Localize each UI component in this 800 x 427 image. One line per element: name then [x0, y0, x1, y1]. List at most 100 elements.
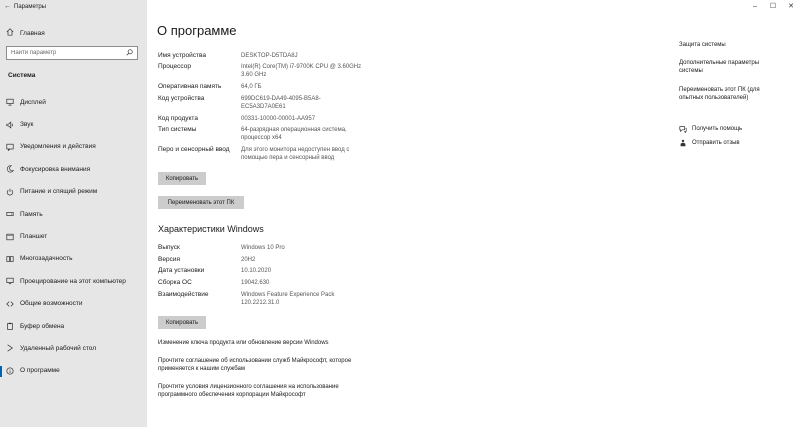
sidebar-item-storage[interactable]: Память: [0, 203, 147, 225]
get-help-link[interactable]: Получить помощь: [679, 125, 742, 133]
windows-specs-title: Характеристики Windows: [158, 224, 264, 234]
spec-value: DESKTOP-D5TDA8J: [241, 53, 298, 59]
spec-key: Процессор: [158, 63, 191, 70]
copy-device-specs-button[interactable]: Копировать: [158, 172, 206, 185]
sidebar-item-label: Дисплей: [20, 98, 46, 106]
shared-icon: [0, 300, 20, 308]
spec-row-edition: Выпуск Windows 10 Pro: [158, 244, 458, 252]
spec-value: Для этого монитора недоступен ввод с пом…: [241, 147, 350, 161]
spec-value: 699DC619-DA49-4095-B5A8-EC5A3D7A0E61: [241, 96, 321, 110]
sidebar-item-label: О программе: [20, 367, 60, 375]
home-label: Главная: [20, 29, 45, 37]
sidebar-item-clipboard[interactable]: Буфер обмена: [0, 315, 147, 337]
spec-key: Выпуск: [158, 244, 180, 251]
speaker-icon: [0, 121, 20, 129]
sidebar-item-focus[interactable]: Фокусировка внимания: [0, 158, 147, 180]
search-icon[interactable]: [126, 48, 133, 58]
sidebar-item-label: Удаленный рабочий стол: [20, 344, 97, 352]
spec-value: Windows 10 Pro: [241, 245, 285, 251]
sidebar-item-label: Планшет: [20, 233, 48, 241]
spec-key: Взаимодействие: [158, 291, 209, 298]
system-protection-link[interactable]: Защита системы: [679, 41, 789, 49]
sidebar: ← Параметры Главная Система Дисплей Звук…: [0, 0, 147, 427]
spec-value: 00331-10000-00001-AA957: [241, 116, 316, 122]
clipboard-icon: [0, 322, 20, 330]
get-help-label: Получить помощь: [692, 126, 743, 132]
storage-icon: [0, 210, 20, 218]
sidebar-item-multitasking[interactable]: Многозадачность: [0, 248, 147, 270]
sidebar-item-about[interactable]: О программе: [0, 360, 147, 382]
send-feedback-link[interactable]: Отправить отзыв: [679, 139, 740, 147]
sidebar-item-label: Уведомления и действия: [20, 143, 96, 151]
spec-row-experience: Взаимодействие Windows Feature Experienc…: [158, 291, 458, 307]
close-icon[interactable]: ✕: [782, 0, 800, 12]
change-product-key-link[interactable]: Изменение ключа продукта или обновление …: [158, 339, 378, 347]
sidebar-item-power[interactable]: Питание и спящий режим: [0, 181, 147, 203]
home-nav-item[interactable]: Главная: [0, 24, 147, 42]
spec-row-ram: Оперативная память 64,0 ГБ: [158, 83, 458, 91]
sidebar-item-sound[interactable]: Звук: [0, 113, 147, 135]
spec-key: Код устройства: [158, 95, 205, 102]
spec-value: Intel(R) Core(TM) i7-9700K CPU @ 3.60GHz…: [241, 64, 362, 78]
spec-key: Перо и сенсорный ввод: [158, 146, 230, 153]
spec-key: Оперативная память: [158, 83, 222, 90]
spec-row-processor: Процессор Intel(R) Core(TM) i7-9700K CPU…: [158, 63, 458, 79]
info-icon: [0, 367, 20, 375]
tablet-icon: [0, 233, 20, 241]
power-icon: [0, 188, 20, 196]
send-feedback-label: Отправить отзыв: [692, 140, 740, 146]
license-terms-link[interactable]: Прочтите условия лицензионного соглашени…: [158, 383, 368, 399]
minimize-icon[interactable]: –: [746, 0, 764, 12]
spec-value: 64-разрядная операционная система, проце…: [241, 127, 347, 141]
sidebar-item-label: Память: [20, 210, 43, 218]
copy-windows-specs-button[interactable]: Копировать: [158, 316, 206, 329]
home-icon: [0, 28, 20, 38]
sidebar-item-notifications[interactable]: Уведомления и действия: [0, 136, 147, 158]
search-box[interactable]: [6, 46, 138, 60]
advanced-system-settings-link[interactable]: Дополнительные параметры системы: [679, 59, 779, 75]
spec-key: Тип системы: [158, 126, 197, 133]
back-icon[interactable]: ←: [4, 3, 12, 11]
feedback-icon: [679, 139, 692, 147]
spec-key: Версия: [158, 256, 180, 263]
multitask-icon: [0, 255, 20, 263]
remote-icon: [0, 344, 20, 352]
spec-row-version: Версия 20H2: [158, 256, 458, 264]
spec-row-pen-touch: Перо и сенсорный ввод Для этого монитора…: [158, 146, 458, 162]
spec-row-system-type: Тип системы 64-разрядная операционная си…: [158, 126, 458, 142]
services-agreement-link[interactable]: Прочтите соглашение об использовании слу…: [158, 357, 368, 373]
sidebar-item-remote-desktop[interactable]: Удаленный рабочий стол: [0, 337, 147, 359]
sidebar-item-label: Проецирование на этот компьютер: [20, 277, 126, 285]
sidebar-item-shared[interactable]: Общие возможности: [0, 293, 147, 315]
sidebar-item-projecting[interactable]: Проецирование на этот компьютер: [0, 270, 147, 292]
spec-row-product-id: Код продукта 00331-10000-00001-AA957: [158, 115, 458, 123]
page-title: О программе: [157, 23, 237, 38]
sidebar-section-title: Система: [8, 72, 36, 79]
spec-value: 64,0 ГБ: [241, 84, 262, 90]
sidebar-item-label: Звук: [20, 121, 34, 129]
spec-key: Код продукта: [158, 115, 198, 122]
spec-row-os-build: Сборка ОС 19042.630: [158, 279, 458, 287]
notification-icon: [0, 143, 20, 151]
sidebar-item-label: Питание и спящий режим: [20, 188, 98, 196]
sidebar-item-label: Общие возможности: [20, 300, 83, 308]
window-controls: – ☐ ✕: [746, 0, 800, 12]
sidebar-item-label: Многозадачность: [20, 255, 73, 263]
rename-pc-advanced-link[interactable]: Переименовать этот ПК (для опытных польз…: [679, 86, 779, 102]
spec-row-device-id: Код устройства 699DC619-DA49-4095-B5A8-E…: [158, 95, 458, 111]
window-title: Параметры: [14, 4, 46, 10]
sidebar-item-label: Буфер обмена: [20, 322, 65, 330]
sidebar-item-tablet[interactable]: Планшет: [0, 225, 147, 247]
spec-key: Сборка ОС: [158, 279, 192, 286]
main-content: – ☐ ✕ О программе Имя устройства DESKTOP…: [147, 0, 800, 427]
search-input[interactable]: [11, 50, 121, 56]
spec-row-device-name: Имя устройства DESKTOP-D5TDA8J: [158, 52, 458, 60]
rename-pc-button[interactable]: Переименовать этот ПК: [158, 196, 244, 209]
spec-value: 19042.630: [241, 280, 270, 286]
maximize-icon[interactable]: ☐: [764, 0, 782, 12]
spec-key: Имя устройства: [158, 52, 206, 59]
spec-value: 10.10.2020: [241, 268, 272, 274]
spec-key: Дата установки: [158, 267, 205, 274]
monitor-icon: [0, 98, 20, 106]
sidebar-item-display[interactable]: Дисплей: [0, 91, 147, 113]
